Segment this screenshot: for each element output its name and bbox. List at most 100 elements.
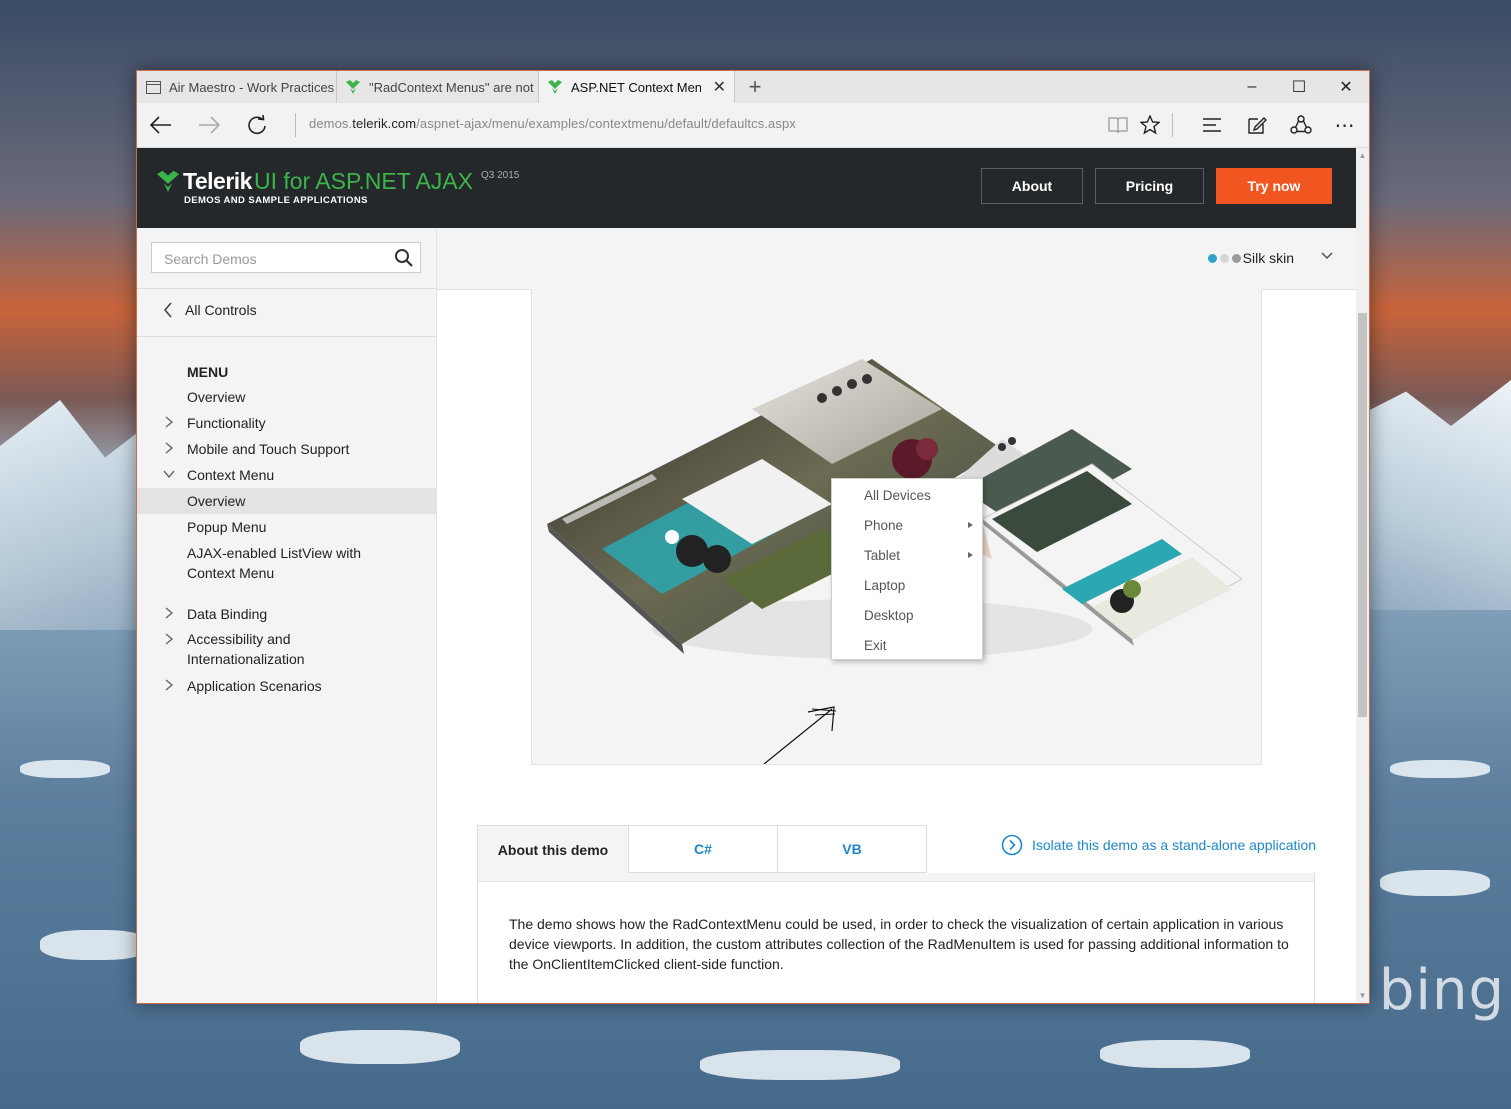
context-item-desktop[interactable]: Desktop xyxy=(832,600,982,630)
chevron-right-icon xyxy=(165,442,174,454)
hub-icon xyxy=(1203,118,1221,132)
skin-color-dots xyxy=(1208,254,1241,263)
telerik-logo[interactable]: Telerik UI for ASP.NET AJAX Q3 2015 xyxy=(157,168,519,195)
tab-vb[interactable]: VB xyxy=(777,825,927,873)
url-path: /aspnet-ajax/menu/examples/contextmenu/d… xyxy=(416,116,796,131)
sidebar-item-functionality[interactable]: Functionality xyxy=(137,410,436,436)
web-page: Telerik UI for ASP.NET AJAX Q3 2015 DEMO… xyxy=(137,148,1356,1003)
context-item-phone[interactable]: Phone xyxy=(832,510,982,540)
new-tab-button[interactable]: + xyxy=(741,71,769,103)
context-item-all-devices[interactable]: All Devices xyxy=(832,480,982,510)
chevron-right-icon xyxy=(165,607,174,619)
chevron-right-icon xyxy=(165,416,174,428)
sidebar-item-label: Application Scenarios xyxy=(187,678,322,694)
tab-csharp[interactable]: C# xyxy=(628,825,778,873)
ice-floe xyxy=(40,930,150,960)
sidebar-item-label: AJAX-enabled ListView with Context Menu xyxy=(187,543,361,583)
refresh-button[interactable] xyxy=(239,109,275,141)
try-now-button[interactable]: Try now xyxy=(1216,168,1332,204)
sidebar-item-label: Data Binding xyxy=(187,606,268,622)
demo-description-panel: The demo shows how the RadContextMenu co… xyxy=(477,873,1315,1003)
tab-air-maestro[interactable]: Air Maestro - Work Practices xyxy=(137,71,337,103)
star-icon xyxy=(1140,115,1160,135)
skin-dot xyxy=(1220,254,1229,263)
bing-watermark: bing xyxy=(1378,958,1505,1023)
url-field[interactable]: demos.telerik.com/aspnet-ajax/menu/examp… xyxy=(309,116,796,131)
context-item-label: Exit xyxy=(864,637,887,653)
book-icon xyxy=(1108,117,1128,134)
divider xyxy=(137,288,436,289)
search-input[interactable] xyxy=(162,249,386,269)
close-window-button[interactable]: ✕ xyxy=(1323,71,1369,103)
sidebar-item-label: Overview xyxy=(187,389,246,405)
tab-radcontext[interactable]: "RadContext Menus" are not xyxy=(337,71,539,103)
site-header: Telerik UI for ASP.NET AJAX Q3 2015 DEMO… xyxy=(137,148,1356,228)
sidebar-item-application-scenarios[interactable]: Application Scenarios xyxy=(137,673,436,699)
description-content: The demo shows how the RadContextMenu co… xyxy=(478,881,1314,1003)
search-icon[interactable] xyxy=(394,248,414,268)
close-tab-icon[interactable]: ✕ xyxy=(713,77,726,97)
forward-button[interactable] xyxy=(191,109,227,141)
address-bar: demos.telerik.com/aspnet-ajax/menu/examp… xyxy=(137,103,1369,148)
sidebar-item-popup-menu[interactable]: Popup Menu xyxy=(137,514,436,540)
more-button[interactable]: ⋯ xyxy=(1327,109,1363,141)
sidebar-item-context-overview[interactable]: Overview xyxy=(137,488,436,514)
page-scrollbar[interactable]: ▲ ▼ xyxy=(1356,148,1369,1003)
submenu-arrow-icon xyxy=(968,552,973,558)
label-line-2: Context Menu xyxy=(187,565,275,581)
chevron-left-icon xyxy=(163,302,172,318)
submenu-arrow-icon xyxy=(968,522,973,528)
telerik-icon xyxy=(547,79,563,95)
share-button[interactable] xyxy=(1283,109,1319,141)
tab-label: "RadContext Menus" are not xyxy=(369,79,534,95)
back-button[interactable] xyxy=(143,109,179,141)
context-item-tablet[interactable]: Tablet xyxy=(832,540,982,570)
section-title: MENU xyxy=(187,364,229,380)
arrow-right-icon xyxy=(199,116,220,134)
sidebar-item-accessibility[interactable]: Accessibility and Internationalization xyxy=(137,627,436,671)
context-item-label: Desktop xyxy=(864,607,914,623)
context-item-label: Tablet xyxy=(864,547,901,563)
isolate-link-label: Isolate this demo as a stand-alone appli… xyxy=(1032,837,1317,853)
isolate-demo-link[interactable]: Isolate this demo as a stand-alone appli… xyxy=(1001,834,1316,856)
sidebar-item-label: Mobile and Touch Support xyxy=(187,441,350,457)
maximize-button[interactable]: ☐ xyxy=(1276,71,1322,103)
all-controls-link[interactable]: All Controls xyxy=(163,302,257,318)
context-item-laptop[interactable]: Laptop xyxy=(832,570,982,600)
header-subtitle: DEMOS AND SAMPLE APPLICATIONS xyxy=(184,195,368,206)
tab-about-demo[interactable]: About this demo xyxy=(477,825,629,873)
scrollbar-thumb[interactable] xyxy=(1358,313,1367,717)
sidebar-item-mobile-touch[interactable]: Mobile and Touch Support xyxy=(137,436,436,462)
tab-context-menu[interactable]: ASP.NET Context Menu ✕ xyxy=(539,71,735,103)
minimize-button[interactable]: – xyxy=(1229,71,1275,103)
context-item-exit[interactable]: Exit xyxy=(832,630,982,660)
pricing-button[interactable]: Pricing xyxy=(1095,168,1204,204)
context-menu: All Devices Phone Tablet Laptop Desktop … xyxy=(831,478,983,660)
version-label: Q3 2015 xyxy=(480,170,520,181)
sidebar: All Controls MENU Overview Functionality… xyxy=(137,228,437,1003)
description-text: The demo shows how the RadContextMenu co… xyxy=(509,916,1289,972)
url-separator xyxy=(295,113,296,137)
ice-floe xyxy=(700,1050,900,1080)
sidebar-item-label: Context Menu xyxy=(187,467,275,483)
chevron-down-icon[interactable] xyxy=(1320,251,1334,261)
reading-view-button[interactable] xyxy=(1100,109,1136,141)
favorite-button[interactable] xyxy=(1132,109,1168,141)
web-note-button[interactable] xyxy=(1239,109,1275,141)
scroll-up-icon[interactable]: ▲ xyxy=(1358,151,1367,160)
chevron-right-icon xyxy=(165,633,174,645)
sidebar-item-ajax-listview[interactable]: AJAX-enabled ListView with Context Menu xyxy=(137,541,436,585)
context-item-label: All Devices xyxy=(864,487,931,503)
hub-button[interactable] xyxy=(1194,109,1230,141)
sidebar-item-data-binding[interactable]: Data Binding xyxy=(137,601,436,627)
tab-bar: Air Maestro - Work Practices "RadContext… xyxy=(137,71,1369,103)
label-line-2: Internationalization xyxy=(187,651,305,667)
sidebar-item-context-menu[interactable]: Context Menu xyxy=(137,462,436,488)
sidebar-item-label: Popup Menu xyxy=(187,519,267,535)
ice-floe xyxy=(1390,760,1490,778)
skin-dropdown[interactable]: Silk skin xyxy=(1243,250,1294,266)
scroll-down-icon[interactable]: ▼ xyxy=(1358,991,1367,1000)
about-button[interactable]: About xyxy=(981,168,1083,204)
sidebar-item-overview[interactable]: Overview xyxy=(137,384,436,410)
divider xyxy=(137,336,436,337)
